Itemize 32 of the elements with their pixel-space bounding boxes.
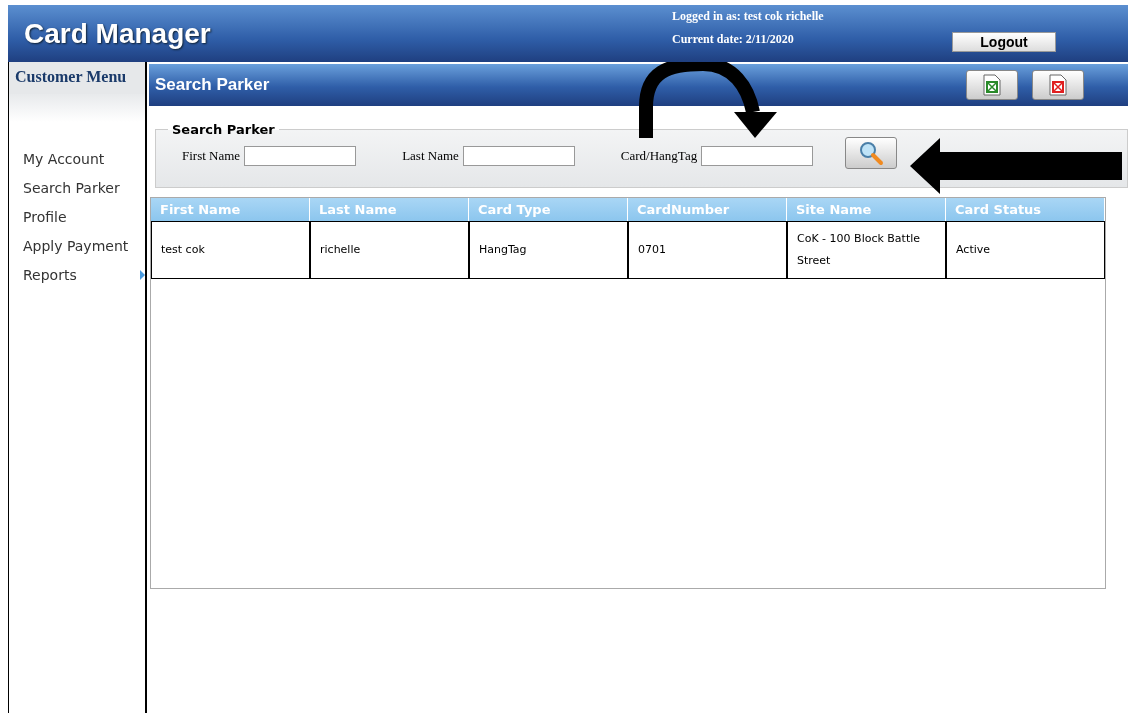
left-arrow-icon: [910, 138, 1122, 194]
pdf-icon: [1049, 74, 1067, 96]
current-date-text: Current date: 2/11/2020: [672, 32, 795, 47]
search-legend: Search Parker: [168, 122, 279, 137]
text-field[interactable]: [462, 146, 575, 166]
table-cell: 0701: [628, 221, 787, 279]
field-label: First Name: [182, 148, 241, 164]
field-label: Last Name: [402, 148, 459, 164]
search-icon: [858, 140, 885, 166]
menu-item[interactable]: Search Parker: [23, 179, 120, 196]
text-field[interactable]: [244, 146, 357, 166]
logged-in-text: Logged in as: test cok richelle: [672, 9, 824, 24]
table-cell: HangTag: [469, 221, 628, 279]
app-title: Card Manager: [24, 17, 211, 50]
table-cell: test cok: [151, 221, 310, 279]
field-label: Card/HangTag: [620, 148, 698, 164]
text-field[interactable]: [701, 146, 814, 166]
curved-arrow-icon: [638, 62, 778, 140]
table-cell: Active: [946, 221, 1105, 279]
menu-item[interactable]: My Account: [23, 150, 105, 167]
pdf-export-button[interactable]: [1032, 70, 1084, 100]
spreadsheet-icon: [983, 74, 1001, 96]
menu-item[interactable]: Apply Payment: [23, 237, 129, 254]
sidebar-title: Customer Menu: [9, 62, 145, 94]
logout-button[interactable]: Logout: [952, 32, 1056, 52]
menu-item[interactable]: Profile: [23, 208, 67, 225]
table-cell: richelle: [310, 221, 469, 279]
menu-item[interactable]: Reports: [23, 266, 77, 283]
search-button[interactable]: [845, 137, 898, 169]
panel-title: Search Parker: [155, 75, 270, 95]
table-cell: CoK - 100 Block Battle Street: [787, 221, 946, 279]
excel-export-button[interactable]: [966, 70, 1018, 100]
